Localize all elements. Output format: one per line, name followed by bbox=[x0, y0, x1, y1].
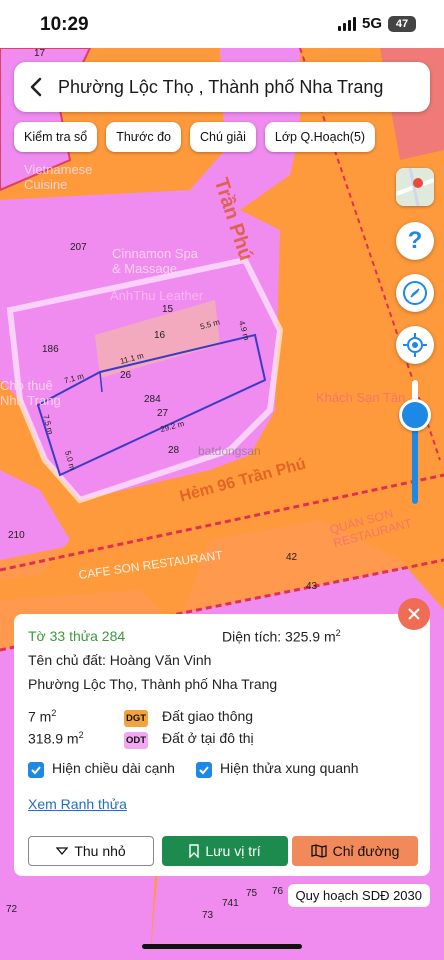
plot-number-43: 43 bbox=[306, 581, 318, 592]
landuse-code-badge: DGT bbox=[124, 710, 148, 727]
landuse-label: Đất giao thông bbox=[162, 708, 254, 724]
plot-number-27: 27 bbox=[157, 408, 169, 419]
show-edge-lengths-checkbox[interactable] bbox=[28, 762, 44, 778]
bookmark-icon bbox=[189, 844, 200, 858]
poi-label: AnhThu Leather bbox=[110, 288, 204, 303]
status-time: 10:29 bbox=[40, 14, 89, 35]
compass-button[interactable] bbox=[396, 274, 434, 312]
plot-number-42: 42 bbox=[286, 552, 298, 563]
map-type-button[interactable] bbox=[396, 168, 434, 206]
map-icon bbox=[396, 168, 434, 206]
poi-label: Vietnamese Cuisine bbox=[24, 162, 93, 192]
planning-layer-button[interactable]: Lớp Q.Hoạch(5) bbox=[264, 122, 376, 152]
landuse-code-badge: ODT bbox=[124, 732, 148, 749]
plot-reference: Tờ 33 thửa 284 bbox=[28, 628, 126, 644]
landuse-label: Đất ở tại đô thị bbox=[162, 730, 254, 746]
directions-button[interactable]: Chỉ đường bbox=[292, 836, 418, 866]
measure-button[interactable]: Thước đo bbox=[106, 122, 181, 152]
plot-number-72: 72 bbox=[6, 904, 18, 915]
planning-label: Quy hoạch SDĐ 2030 bbox=[287, 884, 430, 907]
check-deed-button[interactable]: Kiểm tra sổ bbox=[14, 122, 98, 152]
poi-label: Cho thuê Nha Trang bbox=[0, 378, 61, 408]
page-title: Phường Lộc Thọ , Thành phố Nha Trang bbox=[58, 76, 384, 97]
home-indicator[interactable] bbox=[142, 944, 302, 949]
plot-area: Diện tích: 325.9 m2 bbox=[222, 628, 341, 645]
plot-number-28: 28 bbox=[168, 445, 180, 456]
landuse-area: 318.9 m2 bbox=[28, 730, 84, 747]
battery-icon: 47 bbox=[388, 15, 416, 32]
location-header: Phường Lộc Thọ , Thành phố Nha Trang bbox=[14, 62, 430, 112]
legend-button[interactable]: Chú giải bbox=[190, 122, 256, 152]
help-icon: ? bbox=[407, 227, 423, 254]
check-icon bbox=[199, 766, 209, 775]
compass-icon bbox=[403, 281, 427, 305]
zoom-slider-thumb[interactable] bbox=[399, 398, 431, 431]
status-bar: 10:29 5G 47 bbox=[0, 0, 444, 48]
close-panel-button[interactable] bbox=[398, 598, 430, 630]
map-icon bbox=[310, 844, 327, 858]
plot-info-panel: Tờ 33 thửa 284 Diện tích: 325.9 m2 Tên c… bbox=[14, 614, 430, 876]
plot-number-17: 17 bbox=[34, 48, 46, 59]
show-neighbors-label: Hiện thửa xung quanh bbox=[220, 760, 359, 776]
plot-number-207: 207 bbox=[70, 242, 87, 253]
save-location-button[interactable]: Lưu vị trí bbox=[162, 836, 288, 866]
plot-number-76: 76 bbox=[272, 886, 284, 897]
crosshair-icon bbox=[403, 333, 427, 357]
plot-number-741: 741 bbox=[222, 898, 239, 909]
poi-label: Khách Sạn Tân bbox=[316, 390, 406, 405]
chevron-down-icon bbox=[56, 847, 69, 855]
my-location-button[interactable] bbox=[396, 326, 434, 364]
plot-number-15: 15 bbox=[162, 304, 174, 315]
toolbar: Kiểm tra sổ Thước đo Chú giải Lớp Q.Hoạc… bbox=[14, 122, 376, 152]
plot-number-73: 73 bbox=[202, 910, 214, 921]
signal-icon bbox=[337, 16, 356, 31]
plot-number-284: 284 bbox=[144, 394, 161, 405]
landuse-area: 7 m2 bbox=[28, 708, 57, 725]
back-icon[interactable] bbox=[14, 62, 58, 112]
poi-label: Cinnamon Spa & Massage bbox=[112, 246, 198, 276]
close-icon bbox=[408, 608, 420, 620]
help-button[interactable]: ? bbox=[396, 222, 434, 260]
show-edge-lengths-label: Hiện chiều dài cạnh bbox=[52, 760, 175, 776]
owner-name: Tên chủ đất: Hoàng Văn Vinh bbox=[28, 652, 212, 668]
plot-number-210: 210 bbox=[8, 530, 25, 541]
plot-address: Phường Lộc Thọ, Thành phố Nha Trang bbox=[28, 676, 278, 692]
plot-number-16: 16 bbox=[154, 330, 166, 341]
check-icon bbox=[31, 766, 41, 775]
plot-number-26: 26 bbox=[120, 370, 132, 381]
plot-number-186: 186 bbox=[42, 344, 59, 355]
show-neighbors-checkbox[interactable] bbox=[196, 762, 212, 778]
network-type: 5G bbox=[361, 15, 382, 32]
view-boundary-link[interactable]: Xem Ranh thửa bbox=[28, 796, 127, 812]
watermark: batdongsan bbox=[198, 444, 261, 458]
collapse-button[interactable]: Thu nhỏ bbox=[28, 836, 154, 866]
plot-number-75: 75 bbox=[246, 888, 258, 899]
